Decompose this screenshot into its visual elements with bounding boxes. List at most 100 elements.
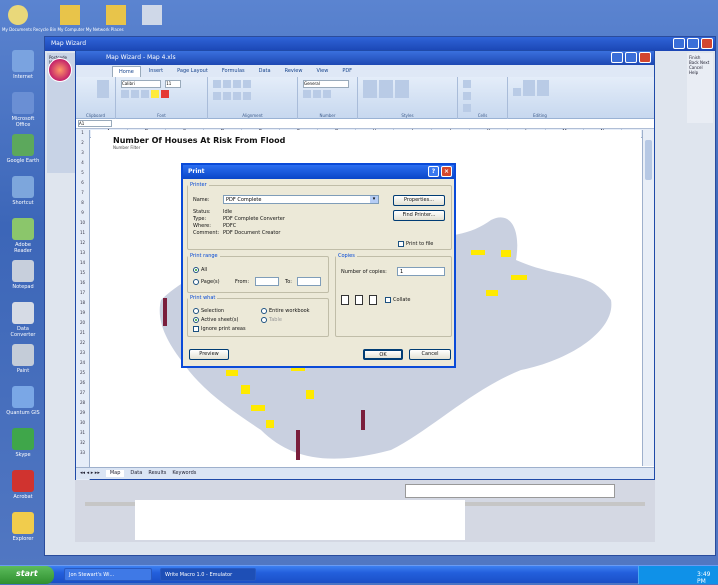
row-header[interactable]: 6 [76, 180, 89, 190]
comma-icon[interactable] [323, 90, 331, 98]
sheet-nav-arrows[interactable]: ◂◂ ◂ ▸ ▸▸ [80, 470, 100, 477]
font-color-icon[interactable] [161, 90, 169, 98]
sheet-tab-data[interactable]: Data [130, 470, 142, 477]
sheet-tab-keywords[interactable]: Keywords [172, 470, 196, 477]
formula-bar[interactable]: A1 [76, 119, 654, 129]
font-name-box[interactable]: Calibri [121, 80, 161, 88]
underline-icon[interactable] [141, 90, 149, 98]
tab-view[interactable]: View [310, 66, 334, 77]
desktop-icon[interactable]: Paint [6, 344, 40, 380]
properties-button[interactable]: Properties... [393, 195, 445, 206]
paste-icon[interactable] [97, 80, 109, 98]
sum-icon[interactable] [513, 88, 521, 96]
desktop-icon[interactable]: Adobe Reader [6, 218, 40, 254]
fill-color-icon[interactable] [151, 90, 159, 98]
italic-icon[interactable] [131, 90, 139, 98]
desktop-icon[interactable]: Shortcut [6, 176, 40, 212]
vertical-scrollbar[interactable] [642, 130, 654, 466]
align-bottom-icon[interactable] [233, 80, 241, 88]
folder-icon[interactable] [60, 5, 80, 25]
copies-input[interactable]: 1 [397, 267, 445, 276]
maximize-icon[interactable] [687, 38, 699, 49]
row-header[interactable]: 26 [76, 380, 89, 390]
row-header[interactable]: 18 [76, 300, 89, 310]
row-header[interactable]: 20 [76, 320, 89, 330]
from-input[interactable] [255, 277, 279, 286]
name-box[interactable]: A1 [78, 120, 112, 127]
align-top-icon[interactable] [213, 80, 221, 88]
tab-insert[interactable]: Insert [143, 66, 169, 77]
row-header[interactable]: 15 [76, 270, 89, 280]
bold-icon[interactable] [121, 90, 129, 98]
desktop-icon[interactable]: Google Earth [6, 134, 40, 170]
find-select-icon[interactable] [537, 80, 549, 96]
collate-checkbox[interactable] [385, 297, 391, 303]
row-header[interactable]: 14 [76, 260, 89, 270]
row-header[interactable]: 27 [76, 390, 89, 400]
ignore-areas-checkbox[interactable] [193, 326, 199, 332]
row-header[interactable]: 19 [76, 310, 89, 320]
desktop-icon[interactable]: Notepad [6, 260, 40, 296]
format-table-icon[interactable] [379, 80, 393, 98]
delete-icon[interactable] [463, 92, 471, 100]
row-header[interactable]: 2 [76, 140, 89, 150]
computer-icon[interactable] [142, 5, 162, 25]
row-header[interactable]: 17 [76, 290, 89, 300]
row-header[interactable]: 8 [76, 200, 89, 210]
currency-icon[interactable] [303, 90, 311, 98]
tab-data[interactable]: Data [253, 66, 277, 77]
office-button[interactable] [48, 58, 72, 82]
merge-icon[interactable] [243, 92, 251, 100]
close-icon[interactable]: × [441, 166, 452, 177]
wrap-text-icon[interactable] [243, 80, 251, 88]
row-header[interactable]: 22 [76, 340, 89, 350]
row-header[interactable]: 13 [76, 250, 89, 260]
desktop-icon[interactable]: Internet [6, 50, 40, 86]
table-radio[interactable] [261, 317, 267, 323]
row-header[interactable]: 30 [76, 420, 89, 430]
font-size-box[interactable]: 11 [165, 80, 182, 88]
desktop-icon[interactable]: Acrobat [6, 470, 40, 506]
align-middle-icon[interactable] [223, 80, 231, 88]
row-header[interactable]: 7 [76, 190, 89, 200]
tab-pdf[interactable]: PDF [336, 66, 358, 77]
desktop-icon[interactable]: Explorer [6, 512, 40, 548]
row-header[interactable]: 5 [76, 170, 89, 180]
row-header[interactable]: 23 [76, 350, 89, 360]
align-center-icon[interactable] [223, 92, 231, 100]
row-header[interactable]: 9 [76, 210, 89, 220]
desktop-icon[interactable]: Quantum GIS [6, 386, 40, 422]
row-header[interactable]: 32 [76, 440, 89, 450]
scroll-thumb[interactable] [645, 140, 652, 180]
ok-button[interactable]: OK [363, 349, 403, 360]
find-printer-button[interactable]: Find Printer... [393, 210, 445, 221]
tab-home[interactable]: Home [112, 66, 141, 77]
row-header[interactable]: 11 [76, 230, 89, 240]
sort-filter-icon[interactable] [523, 80, 535, 96]
row-header[interactable]: 24 [76, 360, 89, 370]
row-header[interactable]: 25 [76, 370, 89, 380]
to-input[interactable] [297, 277, 321, 286]
row-header[interactable]: 28 [76, 400, 89, 410]
desktop-icon[interactable]: Skype [6, 428, 40, 464]
insert-icon[interactable] [463, 80, 471, 88]
row-header[interactable]: 12 [76, 240, 89, 250]
sheet-tab-results[interactable]: Results [148, 470, 166, 477]
number-format-box[interactable]: General [303, 80, 349, 88]
printer-select[interactable]: PDF Complete ▾ [223, 195, 379, 204]
selection-radio[interactable] [193, 308, 199, 314]
desktop-icon[interactable]: Microsoft Office [6, 92, 40, 128]
row-header[interactable]: 29 [76, 410, 89, 420]
row-header[interactable]: 31 [76, 430, 89, 440]
my-documents-icon[interactable] [8, 5, 28, 25]
desktop-icon[interactable]: Data Converter [6, 302, 40, 338]
entire-workbook-radio[interactable] [261, 308, 267, 314]
close-icon[interactable] [701, 38, 713, 49]
preview-button[interactable]: Preview [189, 349, 229, 360]
minimize-icon[interactable] [611, 52, 623, 63]
close-icon[interactable] [639, 52, 651, 63]
align-right-icon[interactable] [233, 92, 241, 100]
row-header[interactable]: 4 [76, 160, 89, 170]
active-sheets-radio[interactable] [193, 317, 199, 323]
all-radio[interactable] [193, 267, 199, 273]
